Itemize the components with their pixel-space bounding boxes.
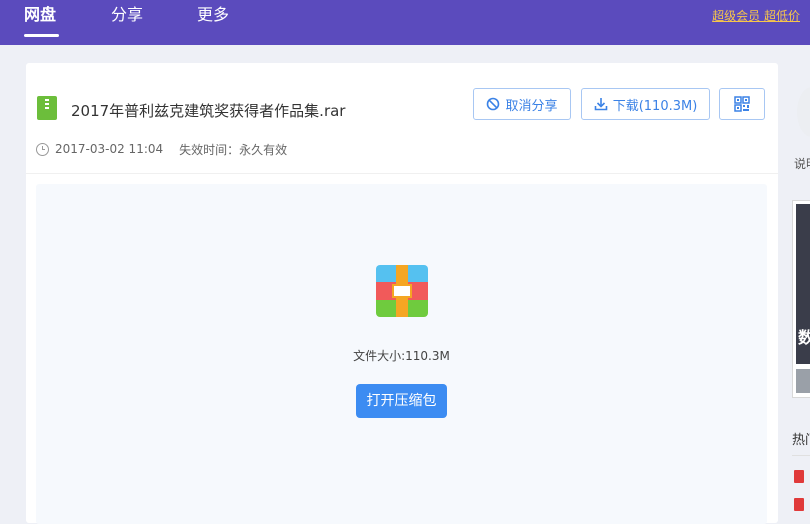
zip-file-icon (37, 96, 57, 120)
pdf-file-icon[interactable] (794, 498, 804, 511)
file-size-text: 文件大小:110.3M (353, 349, 450, 363)
hot-section-title: 热门 (792, 433, 810, 448)
ad-text: 数 (798, 324, 810, 348)
right-sidebar: 说明 数 热门 (778, 45, 810, 512)
pdf-file-icon[interactable] (794, 470, 804, 483)
nav-item-share[interactable]: 分享 (111, 4, 143, 26)
vip-promo-link[interactable]: 超级会员 超低价 (712, 7, 800, 24)
qrcode-icon (734, 96, 750, 112)
expire-time: 失效时间：永久有效 (179, 142, 288, 157)
download-button[interactable]: 下载(110.3M) (581, 88, 710, 120)
cancel-share-button[interactable]: 取消分享 (473, 88, 571, 120)
avatar[interactable] (797, 87, 810, 137)
file-title: 2017年普利兹克建筑奖获得者作品集.rar (71, 102, 346, 120)
clock-icon (36, 142, 49, 156)
open-archive-button[interactable]: 打开压缩包 (356, 384, 447, 418)
ban-icon (487, 97, 500, 111)
file-meta: 2017-03-02 11:04 失效时间：永久有效 (36, 141, 287, 157)
ad-banner[interactable]: 数 (792, 200, 810, 398)
nav-item-more[interactable]: 更多 (197, 4, 229, 26)
hot-divider (792, 455, 810, 456)
share-date: 2017-03-02 11:04 (55, 142, 164, 156)
file-preview-area: 文件大小:110.3M 打开压缩包 (36, 184, 767, 524)
ad-image: 数 (796, 204, 810, 364)
top-navigation-bar: 网盘 分享 更多 超级会员 超低价 (0, 0, 810, 45)
nav-active-indicator (24, 34, 59, 37)
qrcode-button[interactable] (719, 88, 765, 120)
download-label: 下载(110.3M) (612, 98, 698, 114)
cancel-share-label: 取消分享 (505, 98, 558, 114)
share-file-card: 2017年普利兹克建筑奖获得者作品集.rar 取消分享 下载(110.3M) 2… (26, 63, 778, 524)
archive-icon (376, 265, 428, 317)
download-icon (594, 98, 608, 111)
nav-item-netdisk[interactable]: 网盘 (24, 4, 56, 26)
sidebar-label: 说明 (794, 157, 810, 171)
header-divider (26, 173, 778, 174)
ad-thumbnail (796, 369, 810, 393)
